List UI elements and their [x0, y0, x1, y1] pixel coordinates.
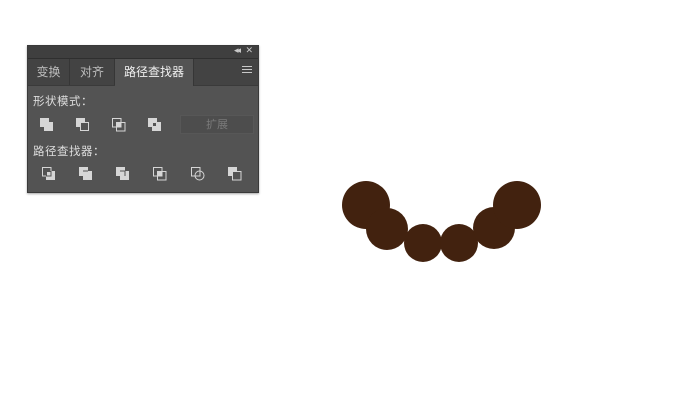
pathfinder-panel[interactable]: ◂◂ ✕ 变换 对齐 路径查找器 形状模式： 扩展 路径查找器： — [27, 45, 259, 193]
merge-icon[interactable] — [114, 165, 132, 183]
circle-shape-2[interactable] — [366, 208, 408, 250]
shape-modes-label: 形状模式： — [33, 94, 93, 108]
circle-shape-6[interactable] — [493, 181, 541, 229]
tab-pathfinder[interactable]: 路径查找器 — [115, 59, 194, 86]
artboard[interactable]: ◂◂ ✕ 变换 对齐 路径查找器 形状模式： 扩展 路径查找器： — [0, 0, 681, 415]
outline-icon[interactable] — [189, 165, 207, 183]
panel-menu-icon[interactable] — [242, 66, 252, 78]
circle-shape-4[interactable] — [440, 224, 478, 262]
trim-icon[interactable] — [77, 165, 95, 183]
expand-button[interactable]: 扩展 — [180, 115, 254, 134]
panel-tabbar: 变换 对齐 路径查找器 — [28, 59, 258, 86]
intersect-icon[interactable] — [110, 116, 128, 134]
circle-group[interactable] — [342, 181, 541, 262]
minus-back-icon[interactable] — [226, 165, 244, 183]
panel-titlebar[interactable]: ◂◂ ✕ — [28, 46, 258, 59]
circle-shape-3[interactable] — [404, 224, 442, 262]
close-icon[interactable]: ✕ — [245, 45, 253, 57]
circle-shape-5[interactable] — [473, 207, 515, 249]
collapse-icon[interactable]: ◂◂ — [234, 45, 241, 57]
divide-icon[interactable] — [40, 165, 58, 183]
minus-front-icon[interactable] — [74, 116, 92, 134]
circle-shape-1[interactable] — [342, 181, 390, 229]
crop-icon[interactable] — [151, 165, 169, 183]
tab-align[interactable]: 对齐 — [70, 59, 115, 85]
tab-transform[interactable]: 变换 — [28, 59, 70, 85]
unite-icon[interactable] — [38, 116, 56, 134]
exclude-icon[interactable] — [146, 116, 164, 134]
pathfinders-label: 路径查找器： — [33, 144, 105, 158]
